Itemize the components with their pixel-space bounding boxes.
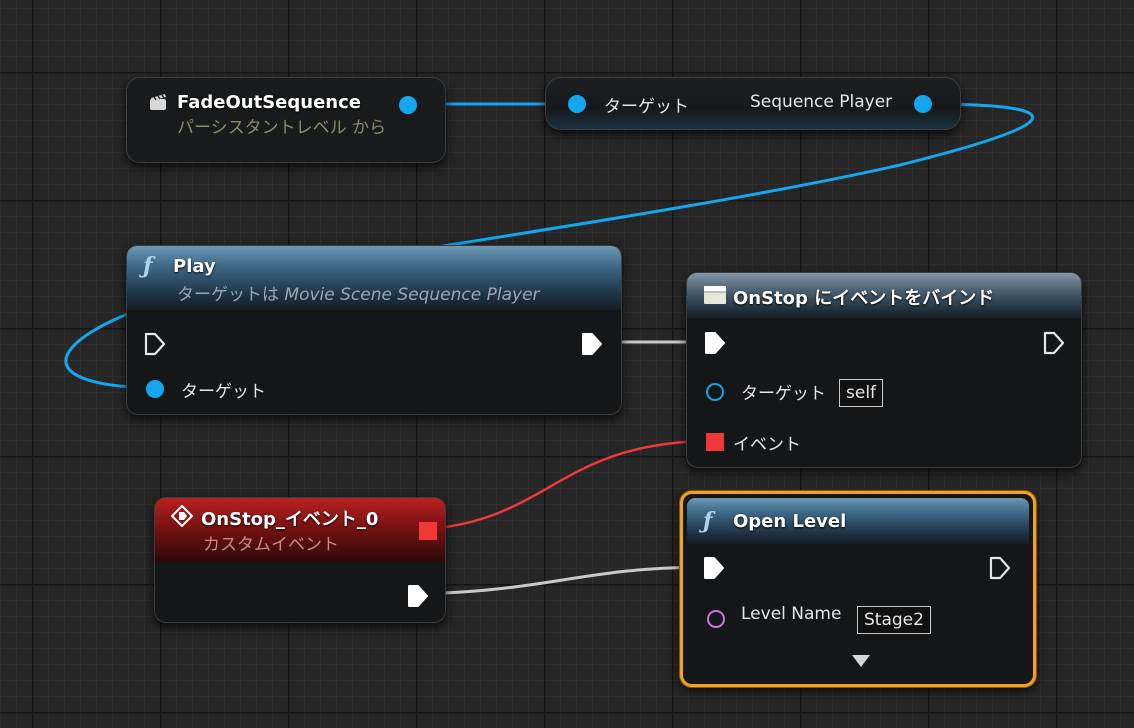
open-level-node[interactable]: ƒ Open Level Level Name Stage2 xyxy=(680,491,1036,687)
play-target-label: ターゲット xyxy=(181,382,266,402)
subtitle-class: Movie Scene Sequence Player xyxy=(284,285,540,305)
play-target-pin[interactable] xyxy=(146,380,164,398)
node-subtitle: ターゲットは Movie Scene Sequence Player xyxy=(177,280,609,305)
delegate-bind-icon xyxy=(703,284,733,310)
level-actor-icon xyxy=(149,92,169,116)
level-name-label: Level Name xyxy=(741,604,842,624)
wire-event-exec-to-open-level xyxy=(417,565,715,596)
node-title: OnStop にイベントをバインド xyxy=(733,288,995,309)
wire-event-delegate xyxy=(426,439,715,531)
play-node-header: ƒ Play ターゲットは Movie Scene Sequence Playe… xyxy=(127,246,621,310)
node-title: Open Level xyxy=(733,510,847,532)
subtitle-prefix: ターゲットは xyxy=(177,285,279,305)
exec-output-pin[interactable] xyxy=(407,584,429,608)
getter-output-label: Sequence Player xyxy=(750,92,893,112)
play-node[interactable]: ƒ Play ターゲットは Movie Scene Sequence Playe… xyxy=(126,245,622,415)
exec-input-pin[interactable] xyxy=(703,556,725,580)
triangle-down-icon[interactable] xyxy=(851,654,871,668)
event-delegate-output-pin[interactable] xyxy=(419,522,437,540)
bind-on-stop-node[interactable]: OnStop にイベントをバインド ターゲット self イベント xyxy=(686,272,1082,468)
exec-input-pin[interactable] xyxy=(144,332,166,356)
sequence-player-output-pin[interactable] xyxy=(914,95,932,113)
custom-event-node[interactable]: OnStop_イベント_0 カスタムイベント xyxy=(154,497,446,623)
node-subtitle: カスタムイベント xyxy=(203,535,339,555)
exec-input-pin[interactable] xyxy=(704,331,726,355)
open-level-header: ƒ Open Level xyxy=(687,498,1029,544)
bind-target-value[interactable]: self xyxy=(839,379,884,407)
custom-event-icon xyxy=(170,504,201,531)
level-name-pin[interactable] xyxy=(707,610,725,628)
bind-target-label: ターゲット xyxy=(741,384,826,404)
node-title: FadeOutSequence xyxy=(177,92,361,113)
node-subtitle: パーシスタントレベル から xyxy=(177,118,387,138)
level-name-value[interactable]: Stage2 xyxy=(857,606,931,634)
bind-event-pin[interactable] xyxy=(706,433,724,451)
fade-out-sequence-output-pin[interactable] xyxy=(399,96,417,114)
bind-event-label: イベント xyxy=(733,435,801,455)
bind-target-pin[interactable] xyxy=(706,383,724,401)
fade-out-sequence-node[interactable]: FadeOutSequence パーシスタントレベル から xyxy=(126,77,446,163)
getter-target-input-pin[interactable] xyxy=(568,95,586,113)
function-icon: ƒ xyxy=(703,508,713,534)
function-icon: ƒ xyxy=(143,253,153,279)
custom-event-header: OnStop_イベント_0 カスタムイベント xyxy=(155,498,445,562)
exec-output-pin[interactable] xyxy=(581,332,603,356)
node-title: Play xyxy=(173,255,216,277)
getter-target-label: ターゲット xyxy=(604,97,689,117)
sequence-player-getter-node[interactable]: ターゲット Sequence Player xyxy=(545,77,961,130)
exec-output-pin[interactable] xyxy=(1043,331,1065,355)
node-title: OnStop_イベント_0 xyxy=(201,509,379,530)
bind-node-header: OnStop にイベントをバインド xyxy=(687,273,1081,319)
exec-output-pin[interactable] xyxy=(989,556,1011,580)
